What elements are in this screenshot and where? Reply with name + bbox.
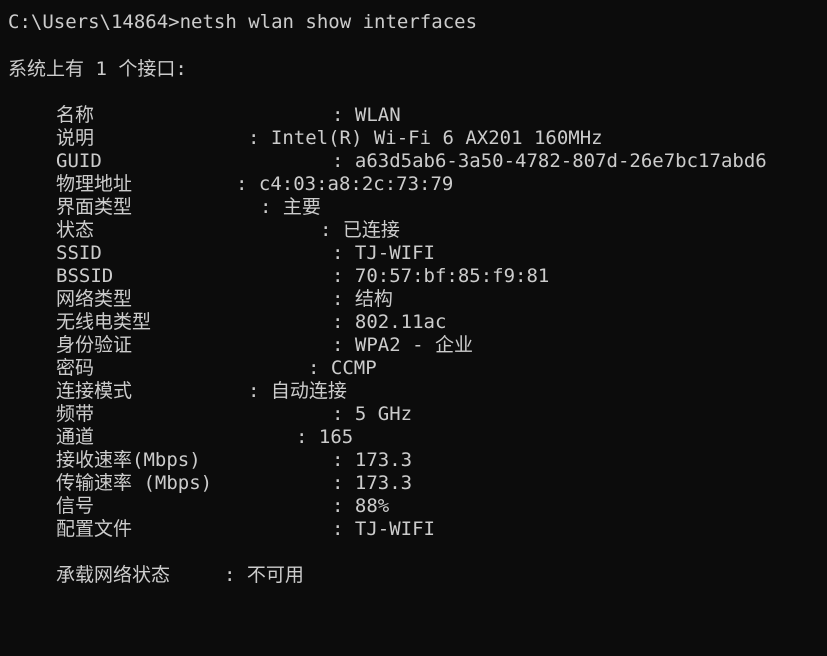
detail-value: : 802.11ac xyxy=(332,311,447,333)
detail-value: : 88% xyxy=(332,495,390,517)
prompt: C:\Users\14864> xyxy=(8,11,180,33)
detail-key: 状态 xyxy=(56,219,95,241)
detail-key: 界面类型 xyxy=(56,196,133,218)
detail-value: : 主要 xyxy=(260,196,321,218)
detail-value: : WLAN xyxy=(332,104,401,126)
detail-value: : 173.3 xyxy=(332,472,413,494)
detail-key: 网络类型 xyxy=(56,288,133,310)
detail-key: 身份验证 xyxy=(56,334,133,356)
detail-value: : 5 GHz xyxy=(332,403,413,425)
command-text: netsh wlan show interfaces xyxy=(179,11,478,33)
detail-key: BSSID xyxy=(56,265,114,287)
detail-value: : 165 xyxy=(296,426,354,448)
detail-value: : CCMP xyxy=(308,357,377,379)
summary-line: 系统上有 1 个接口: xyxy=(8,58,187,80)
detail-key: 密码 xyxy=(56,357,95,379)
detail-value: : 已连接 xyxy=(320,219,400,241)
command-line: C:\Users\14864>netsh wlan show interface… xyxy=(8,11,477,34)
detail-key: GUID xyxy=(56,150,102,172)
detail-value: : 自动连接 xyxy=(248,380,347,402)
terminal-window[interactable]: C:\Users\14864>netsh wlan show interface… xyxy=(0,0,827,615)
detail-value: : 173.3 xyxy=(332,449,413,471)
detail-key: 通道 xyxy=(56,426,95,448)
detail-key: 物理地址 xyxy=(56,173,133,195)
detail-value: : WPA2 - 企业 xyxy=(332,334,473,356)
detail-key: 传输速率 (Mbps) xyxy=(56,472,213,494)
detail-value: : 结构 xyxy=(332,288,393,310)
detail-value: : c4:03:a8:2c:73:79 xyxy=(236,173,454,195)
detail-key: 信号 xyxy=(56,495,95,517)
detail-key: 名称 xyxy=(56,104,95,126)
detail-value: : 70:57:bf:85:f9:81 xyxy=(332,265,550,287)
detail-value: : TJ-WIFI xyxy=(332,518,435,540)
hosted-network-key: 承载网络状态 xyxy=(56,564,171,586)
detail-key: 说明 xyxy=(56,127,95,149)
hosted-network-row: 承载网络状态 : 不可用 xyxy=(56,564,304,656)
hosted-network-value: : 不可用 xyxy=(224,564,304,586)
detail-key: 频带 xyxy=(56,403,95,425)
detail-key: 接收速率(Mbps) xyxy=(56,449,201,471)
detail-key: 配置文件 xyxy=(56,518,133,540)
detail-key: SSID xyxy=(56,242,102,264)
detail-key: 无线电类型 xyxy=(56,311,152,333)
detail-key: 连接模式 xyxy=(56,380,133,402)
detail-value: : TJ-WIFI xyxy=(332,242,435,264)
detail-value: : Intel(R) Wi-Fi 6 AX201 160MHz xyxy=(248,127,603,149)
detail-value: : a63d5ab6-3a50-4782-807d-26e7bc17abd6 xyxy=(332,150,767,172)
